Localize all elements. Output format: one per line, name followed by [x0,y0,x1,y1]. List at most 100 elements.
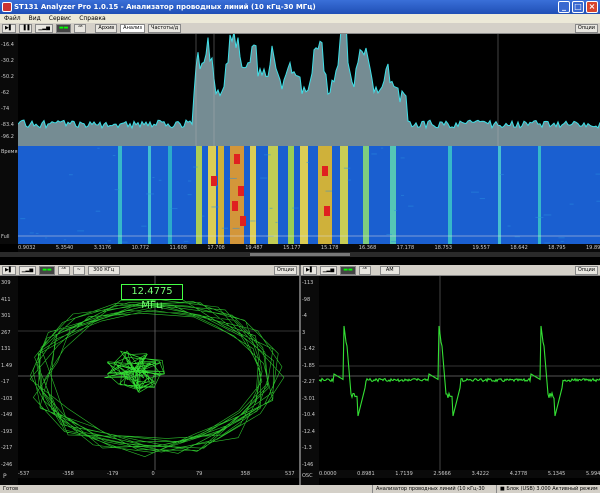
waterfall-noise [112,155,116,157]
right-ab-button[interactable]: ᴬᴮ [358,265,371,275]
waterfall-noise [152,177,155,179]
xy-y-tick: -149 [1,412,13,419]
left-toolbar: ▶▌ ▁▂▅ ▬▬ ᴬᴮ ~ 300 КГц Опции [0,265,299,276]
left-ab-button[interactable]: ᴬᴮ [57,265,70,275]
waterfall-noise [158,179,162,181]
waterfall-noise [95,210,101,212]
right-options-button[interactable]: Опции [574,266,598,275]
minimize-button[interactable]: _ [558,1,570,13]
spectrum-x-tick: 5.3540 [55,245,74,251]
waterfall-band [318,146,332,244]
waterfall-noise [232,227,240,229]
right-play-button[interactable]: ▶▌ [303,265,317,275]
left-waterfall-button[interactable]: ▬▬ [39,265,55,275]
spectrum-x-tick: 10.772 [131,245,150,251]
tab-analysis[interactable]: Анализ [120,23,146,33]
waterfall-plot[interactable] [18,146,600,244]
waterfall-noise [347,179,351,181]
spectrum-x-tick: 15.178 [320,245,339,251]
xy-y-tick: 267 [1,329,11,336]
left-options-button[interactable]: Опции [273,266,297,275]
play-button[interactable]: ▶▌ [2,23,16,33]
waterfall-noise [595,173,600,175]
spectrum-plot[interactable] [18,34,600,146]
spectrum-panel: -16.4 -30.2 -50.2 -62 -74 -83.4 -96.2 [0,34,600,146]
waterfall-band [538,146,541,244]
xy-x-tick: 537 [285,471,295,477]
menu-file[interactable]: Файл [4,14,21,23]
spectrum-x-tick: 0.9032 [18,245,36,251]
status-device: ■ Блок (USB) 3.000 Активный режим [496,485,598,493]
xy-y-tick: 301 [1,313,11,320]
xy-y-tick: -103 [1,395,13,402]
xy-inner-cluster [104,350,165,393]
waterfall-noise [343,167,351,169]
bandwidth-select[interactable]: 300 КГц [87,265,120,275]
menu-service[interactable]: Сервис [49,14,71,23]
waterfall-noise [470,191,479,193]
spectrum-y-tick: -62 [1,90,10,96]
waterfall-y-axis: Время Full [0,146,18,244]
waterfall-label: Время [1,149,18,155]
waterfall-background [18,146,600,244]
waterfall-noise [596,200,600,202]
pause-button[interactable]: ▐▐ [18,23,33,33]
spectrum-x-tick: 19.557 [472,245,490,251]
waterfall-noise [499,174,504,176]
left-wave-button[interactable]: ~ [72,265,85,275]
waterfall-noise [121,241,128,243]
waterfall-noise [306,161,309,163]
menu-view[interactable]: Вид [29,14,41,23]
osc-x-axis: 0.0000 0.8981 1.7139 2.5666 3.4222 4.2778 5.13… [319,470,600,478]
waterfall-band [390,146,396,244]
oscilloscope-panel: -113 -98 -4 3 -1.42 -1.85 -2.27 -3.01 -10.4 -12.4… [301,276,600,485]
oscilloscope-plot[interactable] [319,276,600,470]
tab-frequencies[interactable]: Частоты/д [148,23,182,33]
osc-corner-label: ОSC [302,473,313,479]
osc-trace [319,325,600,417]
left-play-button[interactable]: ▶▌ [2,265,16,275]
close-button[interactable]: × [586,1,598,13]
waterfall-band [250,146,256,244]
xy-x-tick: 79 [196,471,203,477]
waterfall-noise [558,237,565,239]
tab-archive[interactable]: Архив [95,23,118,33]
xy-x-tick: 0 [151,471,155,477]
scroll-thumb[interactable] [250,253,350,256]
waterfall-noise [107,240,111,242]
right-waterfall-button[interactable]: ▬▬ [340,265,356,275]
spectrum-x-tick: 17.178 [396,245,415,251]
osc-x-tick: 5.9946 [586,471,600,477]
mode-select[interactable]: АМ [379,265,400,275]
waterfall-hotspot [322,166,328,176]
osc-y-tick: -98 [302,296,311,303]
spectrum-view-button[interactable]: ▁▂▅ [35,23,53,33]
waterfall-noise [264,154,271,156]
status-ready: Готов [3,486,19,492]
menu-help[interactable]: Справка [79,14,105,23]
waterfall-band [288,146,294,244]
waterfall-noise [187,180,192,182]
status-mode: Анализатор проводных линий (10 кГц-30 МГ… [372,485,492,493]
spectrum-x-tick: 19.487 [245,245,263,251]
waterfall-noise [250,220,256,222]
spectrum-y-tick: -50.2 [1,74,14,80]
osc-y-axis: -113 -98 -4 3 -1.42 -1.85 -2.27 -3.01 -10.4 -12.4… [301,276,319,485]
waterfall-noise [201,215,205,217]
waterfall-hotspot [211,176,217,186]
status-bar: Готов Анализатор проводных линий (10 кГц… [0,485,600,493]
waterfall-noise [507,225,511,227]
ab-button[interactable]: ᴬᴮ [74,23,87,33]
waterfall-noise [400,157,405,159]
waterfall-noise [479,198,485,200]
window-title: ST131 Analyzer Pro 1.0.15 - Анализатор п… [14,3,316,11]
osc-y-tick: -3.01 [302,395,315,402]
top-options-button[interactable]: Опции [574,24,598,33]
osc-y-tick: -10.4 [302,412,315,419]
xy-x-axis: -537 -358 -179 0 79 358 537 [18,470,299,478]
waterfall-view-button[interactable]: ▬▬ [55,23,72,33]
left-spectrum-button[interactable]: ▁▂▅ [18,265,37,275]
maximize-button[interactable]: □ [572,1,584,13]
spectrum-y-axis: -16.4 -30.2 -50.2 -62 -74 -83.4 -96.2 [0,34,18,146]
right-spectrum-button[interactable]: ▁▂▅ [319,265,338,275]
